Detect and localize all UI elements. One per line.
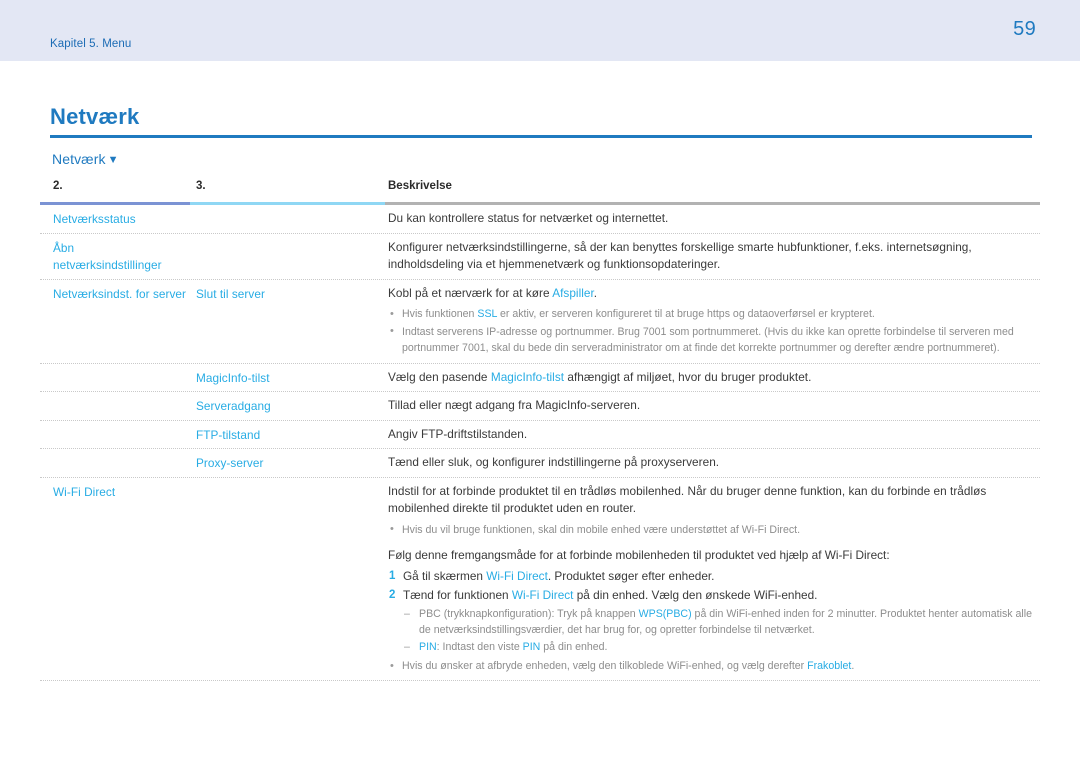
substep-keyword: WPS(PBC) bbox=[638, 607, 692, 620]
list-item: 1 Gå til skærmen Wi-Fi Direct. Produktet … bbox=[388, 567, 1036, 585]
substep-text-mid: : Indtast den viste bbox=[436, 640, 523, 653]
row-setting-name[interactable]: Netværksindst. for server bbox=[53, 280, 195, 303]
desc-keyword: MagicInfo-tilst bbox=[490, 369, 565, 384]
row-setting-name[interactable]: Åbn netværksindstillinger bbox=[53, 234, 195, 274]
column-header-3: Beskrivelse bbox=[388, 180, 452, 192]
desc-text-post: afhængigt af miljøet, hvor du bruger pro… bbox=[564, 369, 812, 384]
row-sub-setting-name[interactable]: MagicInfo-tilst bbox=[196, 364, 386, 387]
step-text-pre: Tænd for funktionen bbox=[403, 587, 512, 602]
row-note-list-tail: Hvis du ønsker at afbryde enheden, vælg … bbox=[388, 658, 1036, 675]
substep-text-post: på din enhed. bbox=[540, 640, 608, 653]
note-text-pre: Indtast serverens IP-adresse og portnumm… bbox=[402, 325, 1014, 355]
step-number: 1 bbox=[389, 569, 396, 582]
list-item: PBC (trykknapkonfiguration): Tryk på kna… bbox=[403, 606, 1036, 639]
row-description: Tænd eller sluk, og konfigurer indstilli… bbox=[388, 455, 720, 469]
list-item: Indtast serverens IP-adresse og portnumm… bbox=[388, 323, 1036, 357]
tail-text-post: . bbox=[851, 660, 855, 672]
table-header-row: 2. 3. Beskrivelse bbox=[40, 180, 1040, 200]
list-item: Hvis funktionen SSL er aktiv, er servere… bbox=[388, 306, 1036, 323]
settings-table: 2. 3. Beskrivelse Netværksstatus Du kan … bbox=[40, 180, 1040, 681]
row-setting-name[interactable]: Wi-Fi Direct bbox=[53, 478, 195, 501]
step-keyword: Wi-Fi Direct bbox=[511, 587, 574, 602]
row-setting-name-line2: netværksindstillinger bbox=[53, 257, 162, 272]
page-title: Netværk bbox=[50, 104, 140, 129]
row-sub-setting-name[interactable]: Proxy-server bbox=[196, 449, 386, 472]
note-text-post: er aktiv, er serveren konfigureret til a… bbox=[497, 308, 875, 320]
desc-text-post: . bbox=[593, 285, 598, 300]
sub-section-title: Netværk ▼ bbox=[52, 151, 119, 167]
page-number: 59 bbox=[1013, 18, 1036, 40]
list-item: PIN: Indtast den viste PIN på din enhed. bbox=[403, 639, 1036, 656]
step-keyword: Wi-Fi Direct bbox=[486, 568, 548, 583]
substep-keyword-2: PIN bbox=[522, 640, 541, 653]
sub-section-title-label: Netværk bbox=[52, 151, 106, 167]
desc-text-pre: Vælg den pasende bbox=[388, 369, 491, 384]
row-setting-name[interactable]: Netværksstatus bbox=[53, 205, 195, 228]
list-item: Hvis du ønsker at afbryde enheden, vælg … bbox=[388, 658, 1036, 675]
row-setting-name-line1: Åbn bbox=[53, 240, 75, 255]
table-row: MagicInfo-tilst Vælg den pasende MagicIn… bbox=[40, 364, 1040, 392]
step-text-pre: Gå til skærmen bbox=[403, 568, 487, 583]
row-description: Kobl på et nærværk for at køre Afspiller… bbox=[388, 285, 1036, 303]
desc-text-pre: Kobl på et nærværk for at køre bbox=[388, 285, 553, 300]
row-note-list: Hvis du vil bruge funktionen, skal din m… bbox=[388, 521, 1036, 539]
list-item: Hvis du vil bruge funktionen, skal din m… bbox=[388, 521, 1036, 539]
table-row: Netværksstatus Du kan kontrollere status… bbox=[40, 205, 1040, 234]
steps-intro: Følg denne fremgangsmåde for at forbinde… bbox=[388, 548, 890, 562]
column-header-1: 2. bbox=[53, 180, 63, 192]
column-header-2: 3. bbox=[196, 180, 206, 192]
note-keyword: SSL bbox=[477, 308, 498, 320]
numbered-steps: 1 Gå til skærmen Wi-Fi Direct. Produktet … bbox=[388, 567, 1036, 656]
row-sub-setting-name[interactable]: Serveradgang bbox=[196, 392, 386, 415]
row-sub-setting-name[interactable]: FTP-tilstand bbox=[196, 421, 386, 444]
row-description: Vælg den pasende MagicInfo-tilst afhængi… bbox=[388, 369, 1036, 387]
table-row: Proxy-server Tænd eller sluk, og konfigu… bbox=[40, 449, 1040, 478]
page-running-header: Kapitel 5. Menu 59 bbox=[0, 0, 1080, 61]
tail-keyword: Frakoblet bbox=[807, 660, 852, 672]
note-text-pre: Hvis funktionen bbox=[402, 308, 478, 320]
chapter-label: Kapitel 5. Menu bbox=[50, 38, 132, 50]
row-description: Angiv FTP-driftstilstanden. bbox=[388, 426, 528, 441]
table-row: Åbn netværksindstillinger Konfigurer net… bbox=[40, 234, 1040, 280]
substep-text-pre: PBC (trykknapkonfiguration): Tryk på kna… bbox=[419, 607, 639, 620]
table-row: Serveradgang Tillad eller nægt adgang fr… bbox=[40, 392, 1040, 421]
substep-keyword: PIN bbox=[419, 640, 437, 653]
row-description: Indstil for at forbinde produktet til en… bbox=[388, 483, 987, 516]
row-sub-setting-name[interactable]: Slut til server bbox=[196, 280, 386, 303]
step-text-post: på din enhed. Vælg den ønskede WiFi-enhe… bbox=[573, 587, 818, 602]
table-row: FTP-tilstand Angiv FTP-driftstilstanden. bbox=[40, 421, 1040, 449]
row-description: Konfigurer netværksindstillingerne, så d… bbox=[388, 239, 972, 272]
list-item: 2 Tænd for funktionen Wi-Fi Direct på din… bbox=[388, 586, 1036, 656]
step-text-post: . Produktet søger efter enheder. bbox=[547, 568, 715, 583]
table-row: Netværksindst. for server Slut til serve… bbox=[40, 280, 1040, 364]
row-description: Du kan kontrollere status for netværket … bbox=[388, 211, 669, 225]
row-description: Tillad eller nægt adgang fra MagicInfo-s… bbox=[388, 398, 641, 412]
chevron-down-icon: ▼ bbox=[107, 154, 119, 166]
title-divider bbox=[50, 135, 1032, 138]
row-note-list: Hvis funktionen SSL er aktiv, er servere… bbox=[388, 306, 1036, 357]
tail-text-pre: Hvis du ønsker at afbryde enheden, vælg … bbox=[402, 660, 808, 672]
sub-step-list: PBC (trykknapkonfiguration): Tryk på kna… bbox=[403, 606, 1036, 656]
step-number: 2 bbox=[389, 588, 396, 601]
desc-keyword: Afspiller bbox=[552, 285, 594, 300]
table-row: Wi-Fi Direct Indstil for at forbinde pro… bbox=[40, 478, 1040, 681]
